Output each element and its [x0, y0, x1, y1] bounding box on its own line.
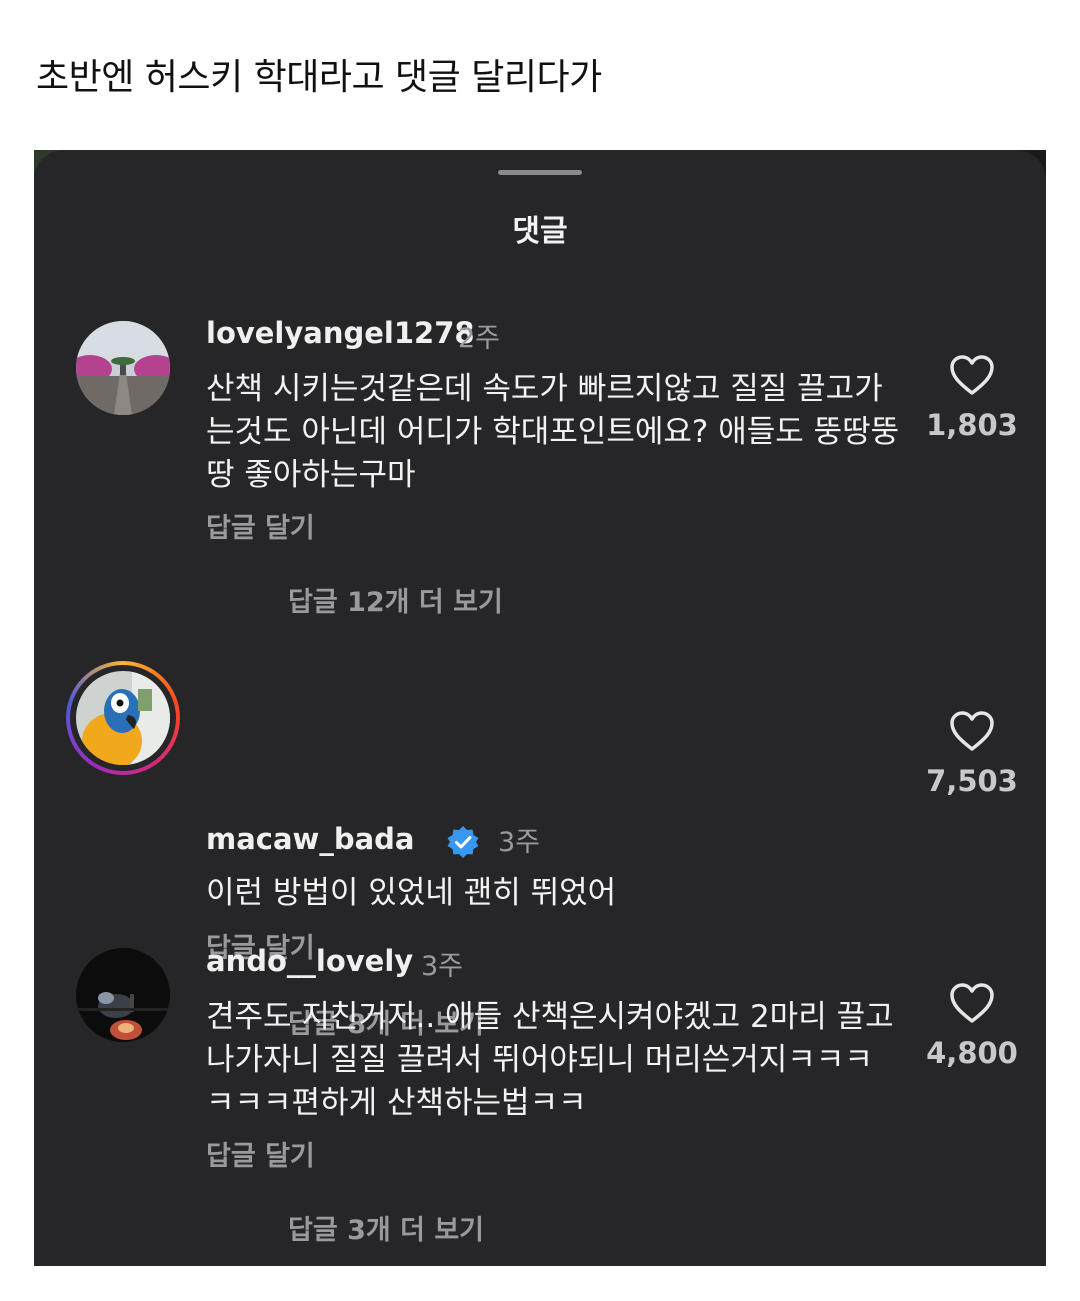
verified-badge-icon	[447, 826, 479, 858]
reply-button[interactable]: 답글 달기	[206, 1134, 315, 1173]
reply-button[interactable]: 답글 달기	[206, 506, 315, 545]
heart-outline-icon[interactable]	[949, 710, 995, 752]
drag-handle[interactable]	[498, 170, 582, 175]
avatar[interactable]	[76, 321, 170, 415]
like-control: 7,503	[924, 710, 1020, 798]
view-more-replies[interactable]: 답글 3개 더 보기	[288, 1208, 484, 1247]
comment-text: 견주도 지친거지.. 애들 산책은시켜야겠고 2마리 끌고나가자니 질질 끌려서…	[206, 999, 894, 1121]
comment-username[interactable]: lovelyangel1278	[206, 316, 475, 350]
post-caption: 초반엔 허스키 학대라고 댓글 달리다가	[36, 57, 602, 98]
comment-text: 산책 시키는것같은데 속도가 빠르지않고 질질 끌고가는것도 아닌데 어디가 학…	[206, 371, 900, 493]
comment-time: 3주	[498, 827, 541, 858]
heart-outline-icon[interactable]	[949, 982, 995, 1024]
comment-time: 2주	[458, 323, 501, 354]
comment-time: 3주	[421, 951, 464, 982]
avatar[interactable]	[76, 671, 170, 765]
like-count: 1,803	[926, 408, 1018, 442]
like-control: 1,803	[924, 354, 1020, 442]
comments-sheet: 댓글 lovelyangel1278 2주 산책 시키는것같은데 속도가 빠르지…	[34, 150, 1046, 1266]
comments-screenshot: 댓글 lovelyangel1278 2주 산책 시키는것같은데 속도가 빠르지…	[34, 150, 1046, 1266]
like-count: 4,800	[926, 1036, 1018, 1070]
sheet-title: 댓글	[512, 214, 568, 249]
comment-username[interactable]: macaw_bada	[206, 822, 415, 856]
heart-outline-icon[interactable]	[949, 354, 995, 396]
comment-text: 이런 방법이 있었네 괜히 뛰었어	[206, 875, 617, 911]
like-count: 7,503	[926, 764, 1018, 798]
like-control: 4,800	[924, 982, 1020, 1070]
avatar[interactable]	[76, 948, 170, 1042]
comment-username[interactable]: ando__lovely	[206, 944, 413, 978]
view-more-replies[interactable]: 답글 12개 더 보기	[288, 580, 503, 619]
